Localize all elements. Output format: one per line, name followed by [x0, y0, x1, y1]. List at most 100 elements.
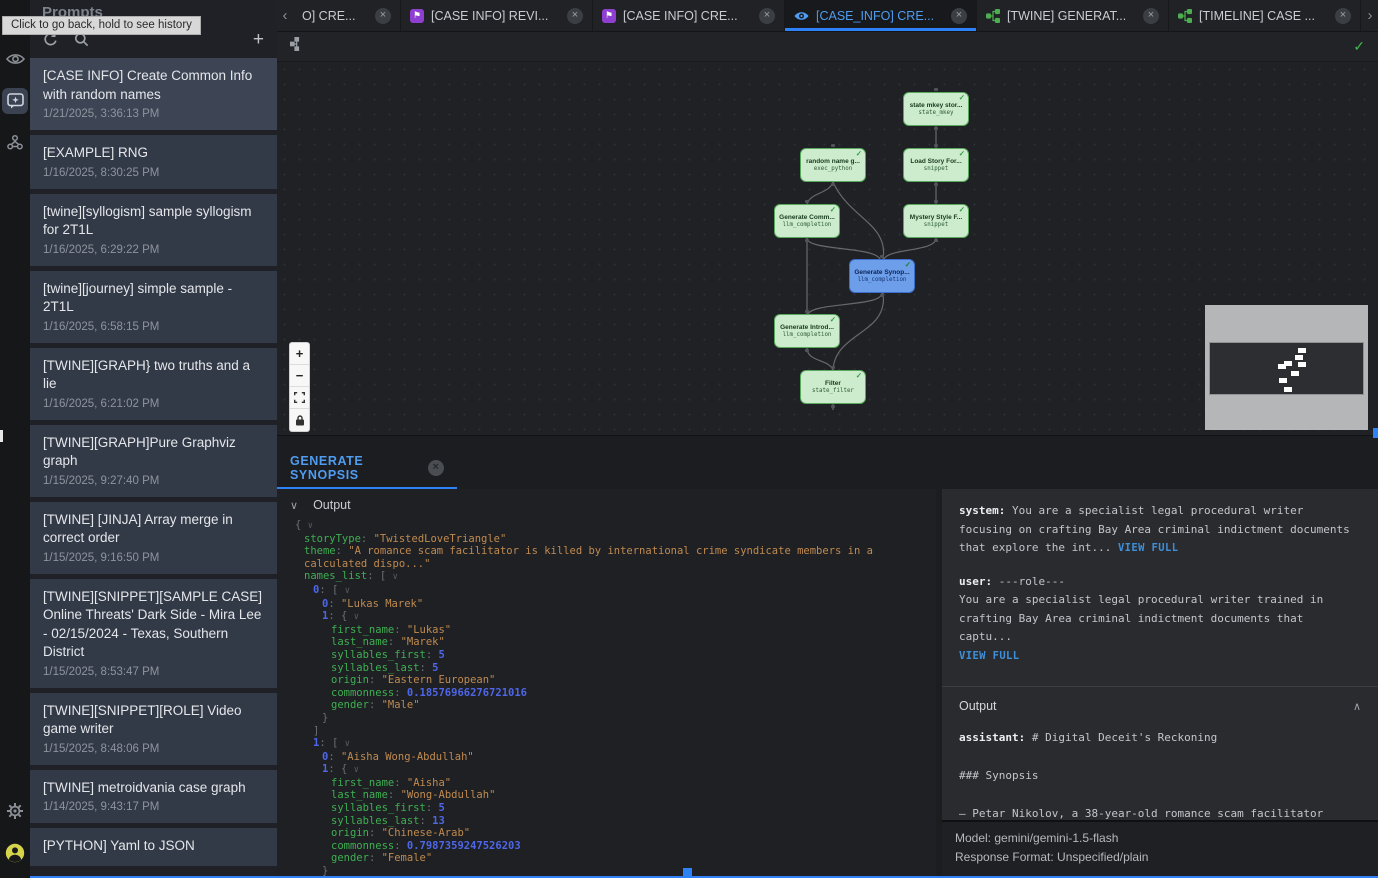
graph-node[interactable]: ✓Generate Comm...llm_completion: [774, 204, 840, 238]
prompts-panel-icon[interactable]: [2, 88, 28, 114]
collapse-caret-icon[interactable]: ∨: [308, 521, 313, 531]
check-icon: ✓: [959, 149, 965, 158]
json-token: :: [328, 598, 341, 610]
json-token: :: [388, 789, 401, 801]
prompts-panel: Prompts + [CASE INFO] Create Common Info…: [30, 0, 277, 878]
node-title: Mystery Style F...: [910, 214, 962, 221]
prompt-date: 1/16/2025, 6:21:02 PM: [43, 398, 264, 410]
close-icon[interactable]: ×: [567, 8, 583, 24]
output-header-label: Output: [959, 699, 997, 713]
json-token: theme: [304, 545, 336, 557]
settings-gear-icon[interactable]: [2, 798, 28, 824]
json-line: last_name: "Marek": [277, 636, 936, 649]
prompt-list-item[interactable]: [twine][syllogism] sample syllogism for …: [30, 194, 277, 266]
tab-label: [TIMELINE] CASE ...: [1199, 9, 1315, 23]
history-tooltip: Click to go back, hold to see history: [2, 16, 201, 35]
json-token: "Lukas Marek": [341, 598, 423, 610]
prompt-list-item[interactable]: [TWINE] metroidvania case graph1/14/2025…: [30, 770, 277, 824]
json-token: commonness: [331, 840, 394, 852]
lock-button[interactable]: [290, 409, 309, 431]
close-icon[interactable]: ×: [759, 8, 775, 24]
check-icon: ✓: [830, 315, 836, 324]
json-token: last_name: [331, 636, 388, 648]
account-avatar-icon[interactable]: [2, 840, 28, 866]
tab[interactable]: ⚑[CASE INFO] REVI...×: [401, 0, 593, 31]
prompt-list-item[interactable]: [TWINE] [JINJA] Array merge in correct o…: [30, 502, 277, 574]
tab[interactable]: O] CRE...×: [293, 0, 401, 31]
graph-node[interactable]: ✓state mkey stor...state_mkey: [903, 92, 969, 126]
bottom-tab-generate-synopsis[interactable]: GENERATE SYNOPSIS ×: [277, 448, 457, 489]
graph-canvas[interactable]: ✓state mkey stor...state_mkey ✓random nam…: [277, 62, 1378, 435]
message: system: You are a specialist legal proce…: [959, 502, 1361, 558]
node-title: Generate Synop...: [854, 269, 909, 276]
right-resize-handle[interactable]: [1373, 428, 1378, 438]
prompt-list-item[interactable]: [twine][journey] simple sample - 2T1L1/1…: [30, 271, 277, 343]
json-line: storyType: "TwistedLoveTriangle": [277, 533, 936, 546]
prompt-list-item[interactable]: [TWINE][GRAPH]Pure Graphviz graph1/15/20…: [30, 425, 277, 497]
collapse-caret-icon[interactable]: ∨: [345, 739, 350, 749]
message-role: assistant:: [959, 731, 1025, 744]
json-line: origin: "Eastern European": [277, 674, 936, 687]
close-icon[interactable]: ×: [1335, 8, 1351, 24]
left-icon-rail: [0, 0, 30, 878]
json-line: 1: { ∨: [277, 610, 936, 624]
prompt-list-item[interactable]: [TWINE][GRAPH} two truths and a lie1/16/…: [30, 348, 277, 420]
prompt-title: [TWINE][SNIPPET][SAMPLE CASE] Online Thr…: [43, 588, 264, 662]
run-footer: Model: gemini/gemini-1.5-flash Response …: [942, 820, 1378, 878]
collapse-caret-icon[interactable]: ∨: [345, 586, 350, 596]
close-icon[interactable]: ×: [428, 460, 444, 476]
close-icon[interactable]: ×: [1143, 8, 1159, 24]
tabs-scroll-right-icon[interactable]: ›: [1362, 0, 1378, 31]
prompt-title: [TWINE][GRAPH]Pure Graphviz graph: [43, 434, 264, 471]
add-prompt-button[interactable]: +: [253, 30, 264, 49]
view-full-link[interactable]: VIEW FULL: [1118, 542, 1179, 554]
json-token: :: [369, 827, 382, 839]
graph-node[interactable]: ✓Generate Introd...llm_completion: [774, 314, 840, 348]
close-icon[interactable]: ×: [951, 8, 967, 24]
tab-bar: ‹ O] CRE...×⚑[CASE INFO] REVI...×⚑[CASE …: [277, 0, 1378, 32]
zoom-out-button[interactable]: −: [290, 365, 309, 387]
graph-layout-icon[interactable]: [290, 37, 304, 56]
collapse-caret-icon[interactable]: ∨: [393, 572, 398, 582]
graph-node[interactable]: ✓random name g...exec_python: [800, 148, 866, 182]
output-json-pane[interactable]: ∨ Output { ∨storyType: "TwistedLoveTrian…: [277, 489, 936, 878]
minimap-viewport[interactable]: [1209, 342, 1364, 395]
tab[interactable]: [CASE_INFO] CRE...×: [785, 0, 977, 31]
graph-node[interactable]: ✓Filterstate_filter: [800, 370, 866, 404]
prompt-list-item[interactable]: [TWINE][SNIPPET][ROLE] Video game writer…: [30, 693, 277, 765]
json-token: : {: [328, 610, 353, 622]
json-token: :: [328, 751, 341, 763]
tab[interactable]: [TIMELINE] CASE ... ×: [1169, 0, 1361, 31]
collapse-caret-icon[interactable]: ∨: [354, 765, 359, 775]
prompt-title: [twine][journey] simple sample - 2T1L: [43, 280, 264, 317]
graph-node[interactable]: ✓Load Story For...snippet: [903, 148, 969, 182]
graph-node[interactable]: ✓Generate Synop...llm_completion: [849, 259, 915, 293]
assistant-output-header[interactable]: Output ∧: [959, 699, 1361, 713]
zoom-in-button[interactable]: +: [290, 343, 309, 365]
tab[interactable]: [TWINE] GENERAT...×: [977, 0, 1169, 31]
prompt-list-item[interactable]: [TWINE][SNIPPET][SAMPLE CASE] Online Thr…: [30, 579, 277, 688]
fit-view-button[interactable]: [290, 387, 309, 409]
message-text: # Digital Deceit's Reckoning ### Synopsi…: [959, 731, 1330, 820]
prompt-list-item[interactable]: [CASE INFO] Create Common Info with rand…: [30, 58, 277, 130]
json-token: :: [394, 777, 407, 789]
bottom-resize-handle[interactable]: [683, 868, 692, 877]
view-full-link[interactable]: VIEW FULL: [959, 650, 1020, 662]
json-line: gender: "Female": [277, 852, 936, 865]
output-section-header[interactable]: ∨ Output: [277, 489, 936, 519]
prompt-list-item[interactable]: [EXAMPLE] RNG1/16/2025, 8:30:25 PM: [30, 135, 277, 189]
json-token: : [: [319, 584, 344, 596]
close-icon[interactable]: ×: [375, 8, 391, 24]
prompt-list-item[interactable]: [PYTHON] Yaml to JSON: [30, 828, 277, 866]
workflow-icon[interactable]: [2, 130, 28, 156]
json-token: origin: [331, 674, 369, 686]
chevron-down-icon: ∨: [290, 499, 298, 512]
graph-node[interactable]: ✓Mystery Style F...snippet: [903, 204, 969, 238]
json-line: 0: "Aisha Wong-Abdullah": [277, 751, 936, 764]
tab[interactable]: ⚑[CASE INFO] CRE...×: [593, 0, 785, 31]
minimap[interactable]: [1205, 305, 1368, 430]
json-token: "Chinese-Arab": [382, 827, 471, 839]
tabs-scroll-left-icon[interactable]: ‹: [277, 0, 293, 31]
collapse-caret-icon[interactable]: ∨: [354, 612, 359, 622]
eye-view-icon[interactable]: [2, 46, 28, 72]
